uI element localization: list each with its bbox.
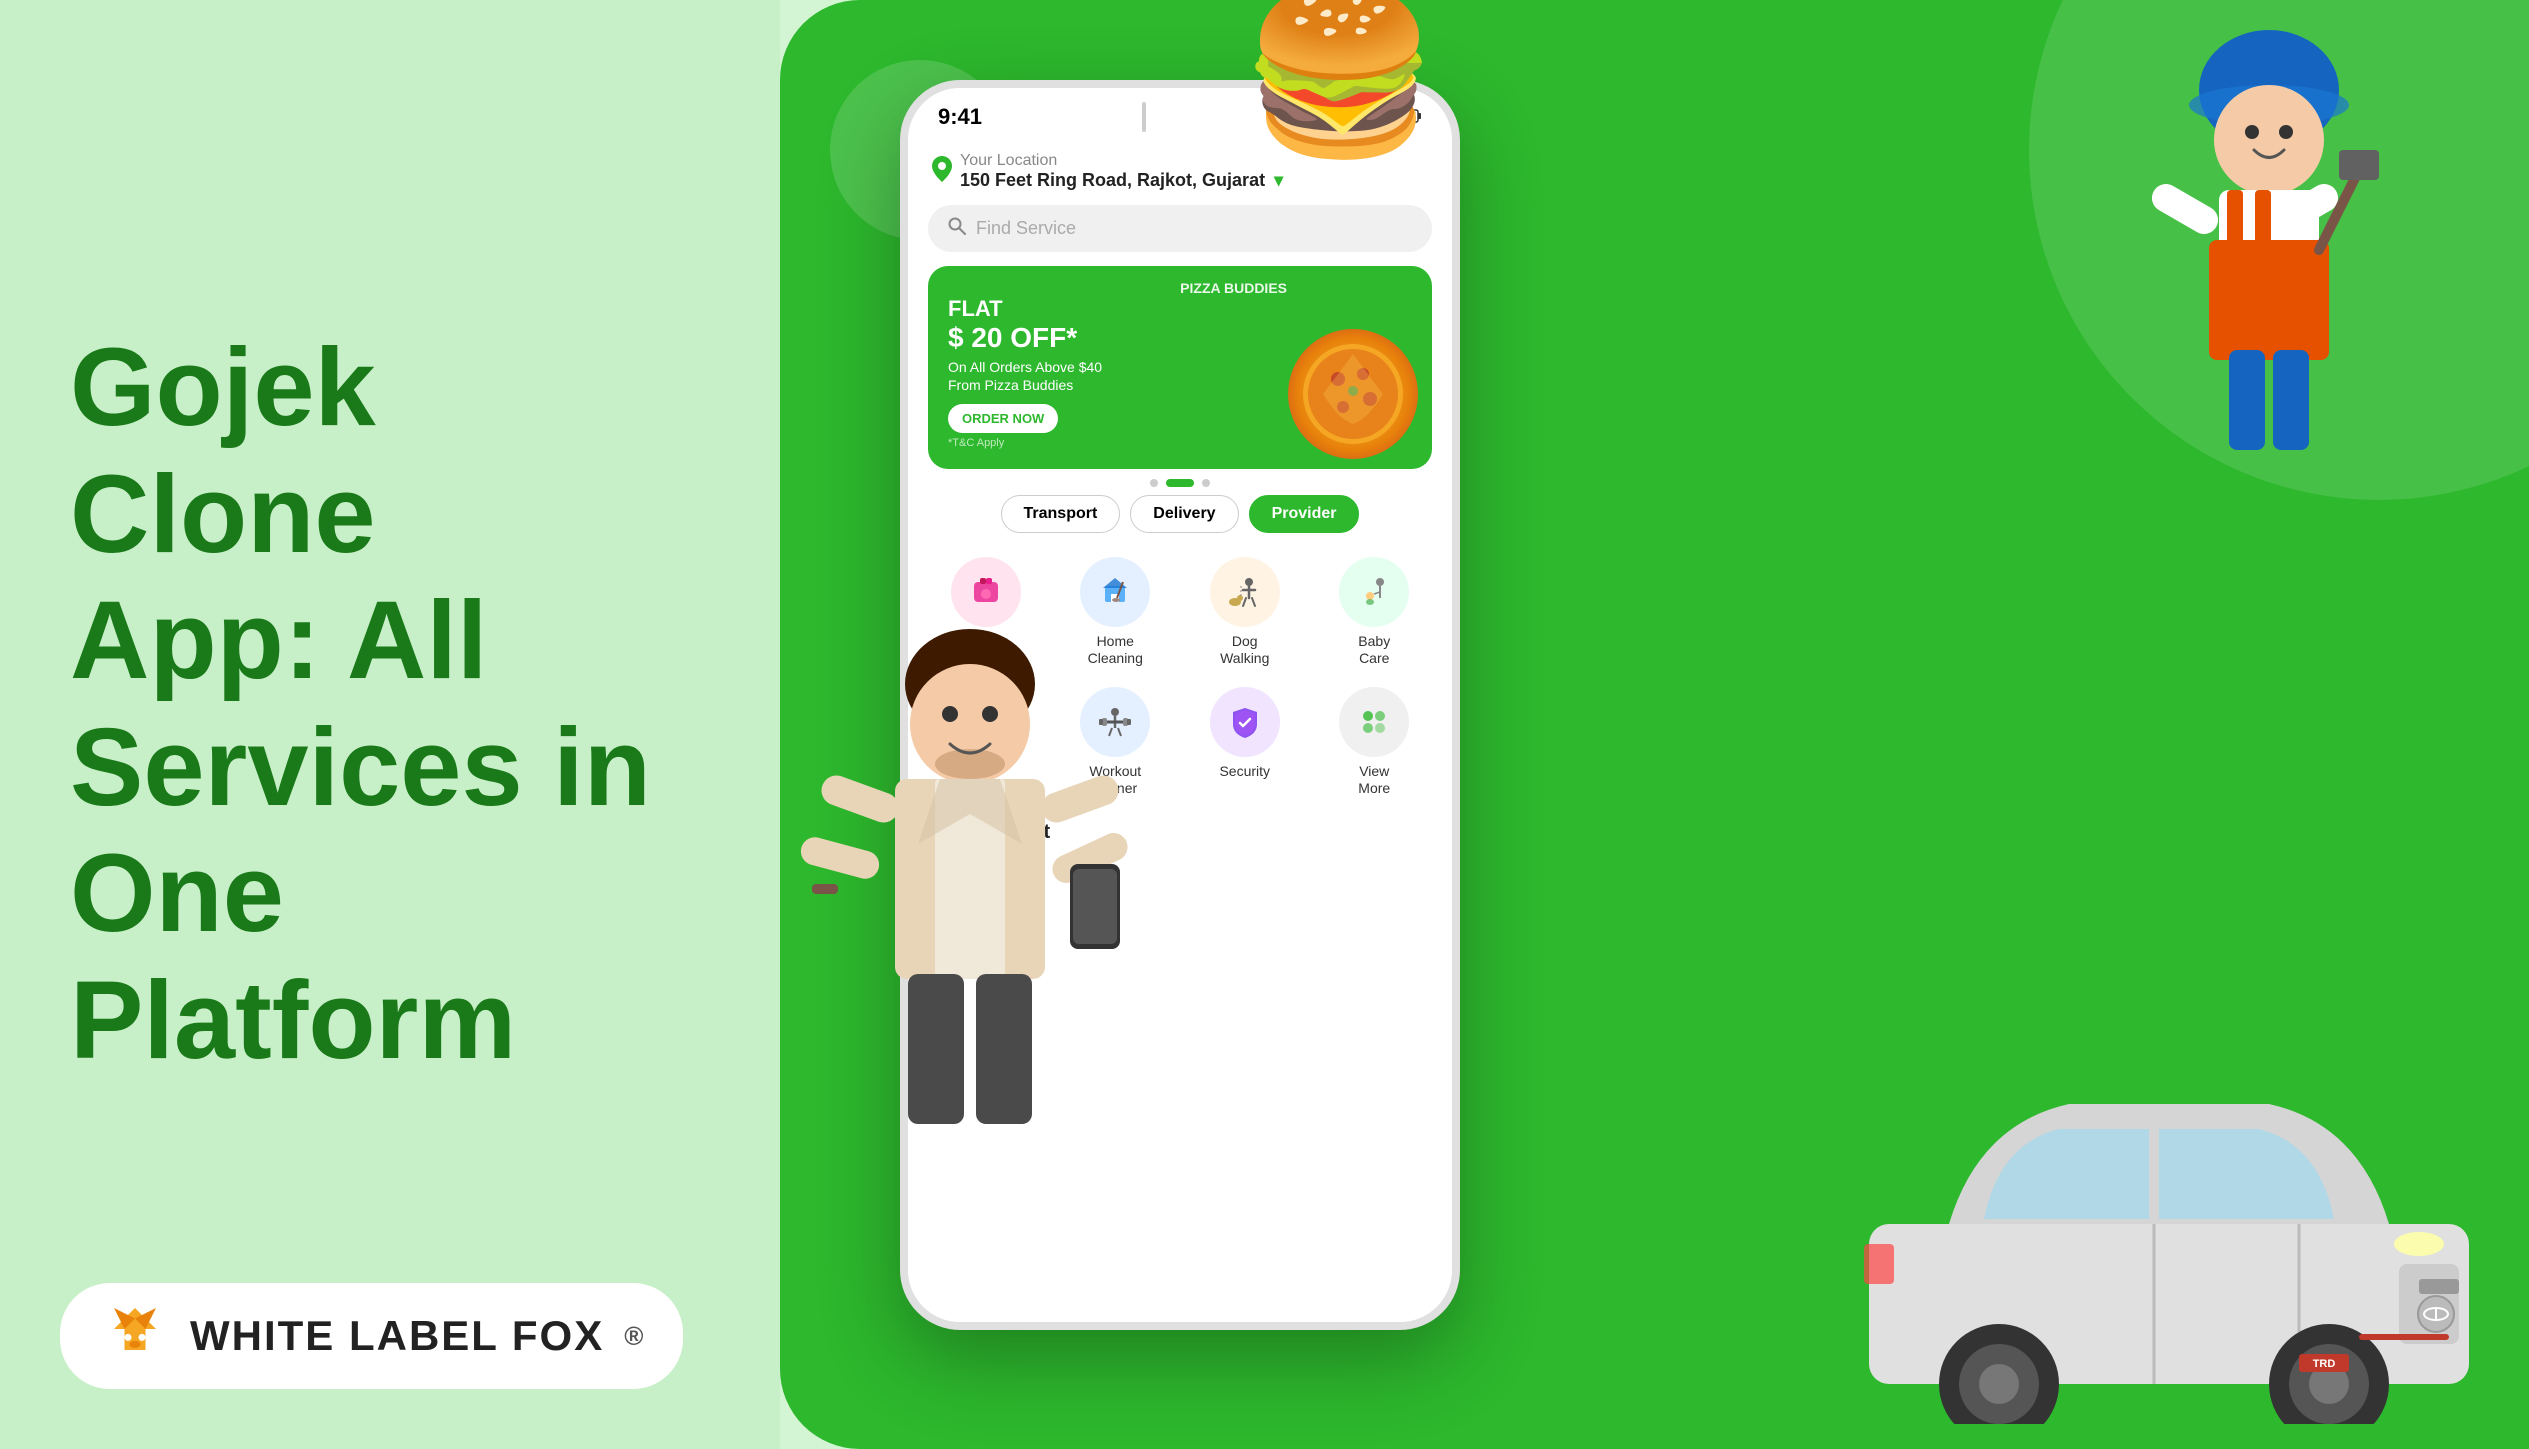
main-heading: Gojek Clone App: All Services in One Pla… (70, 325, 710, 1084)
brand-name: WHITE LABEL FOX (190, 1312, 604, 1360)
notch (1142, 102, 1146, 132)
pizza-brand-logo: PIZZA BUDDIES (1180, 280, 1287, 296)
burger-hand-deco: 🍔 (1240, 0, 1439, 167)
right-panel: 9:41 ▋▋▋ Your Location (780, 0, 2529, 1449)
dot-3 (1202, 479, 1210, 487)
young-man-deco (740, 604, 1200, 1389)
carousel-dots (908, 469, 1452, 495)
tab-transport[interactable]: Transport (1001, 495, 1121, 533)
logo-area: WHITE LABEL FOX ® (60, 1283, 683, 1389)
service-security[interactable]: Security (1183, 677, 1307, 807)
baby-care-icon (1339, 557, 1409, 627)
location-address: 150 Feet Ring Road, Rajkot, Gujarat ▾ (960, 170, 1428, 191)
search-placeholder: Find Service (976, 218, 1076, 239)
tab-delivery[interactable]: Delivery (1130, 495, 1238, 533)
worker-person-deco (2069, 20, 2409, 705)
category-tabs: Transport Delivery Provider (908, 495, 1452, 547)
promo-banner: PIZZA BUDDIES FLAT $ 20 OFF* On All Orde… (928, 266, 1432, 469)
svg-text:TRD: TRD (2313, 1358, 2336, 1370)
dog-walking-label: DogWalking (1220, 633, 1269, 667)
baby-care-label: BabyCare (1358, 633, 1390, 667)
service-dog-walking[interactable]: DogWalking (1183, 547, 1307, 677)
security-label: Security (1219, 763, 1270, 780)
heading-line3: Services in One (70, 706, 651, 956)
service-view-more[interactable]: ViewMore (1313, 677, 1437, 807)
dot-1 (1150, 479, 1158, 487)
heading-line4: Platform (70, 959, 516, 1082)
dot-2 (1166, 479, 1194, 487)
search-icon (948, 217, 966, 240)
suv-car-deco: TRD (1819, 1024, 2519, 1429)
tab-provider[interactable]: Provider (1249, 495, 1360, 533)
banner-flat: FLAT (948, 296, 1412, 322)
security-icon (1210, 687, 1280, 757)
left-panel: Gojek Clone App: All Services in One Pla… (0, 0, 780, 1449)
pizza-illustration (1288, 329, 1418, 459)
trademark: ® (624, 1321, 643, 1352)
view-more-label: ViewMore (1358, 763, 1390, 797)
search-bar[interactable]: Find Service (928, 205, 1432, 252)
view-more-icon (1339, 687, 1409, 757)
dropdown-icon[interactable]: ▾ (1274, 170, 1283, 190)
order-now-button[interactable]: ORDER NOW (948, 404, 1058, 433)
dog-walking-icon (1210, 557, 1280, 627)
location-pin-icon (932, 156, 952, 188)
heading-line2: App: All (70, 579, 488, 702)
status-time: 9:41 (938, 104, 982, 130)
fox-logo-icon (100, 1301, 170, 1371)
heading-line1: Gojek Clone (70, 326, 376, 576)
service-baby-care[interactable]: BabyCare (1313, 547, 1437, 677)
